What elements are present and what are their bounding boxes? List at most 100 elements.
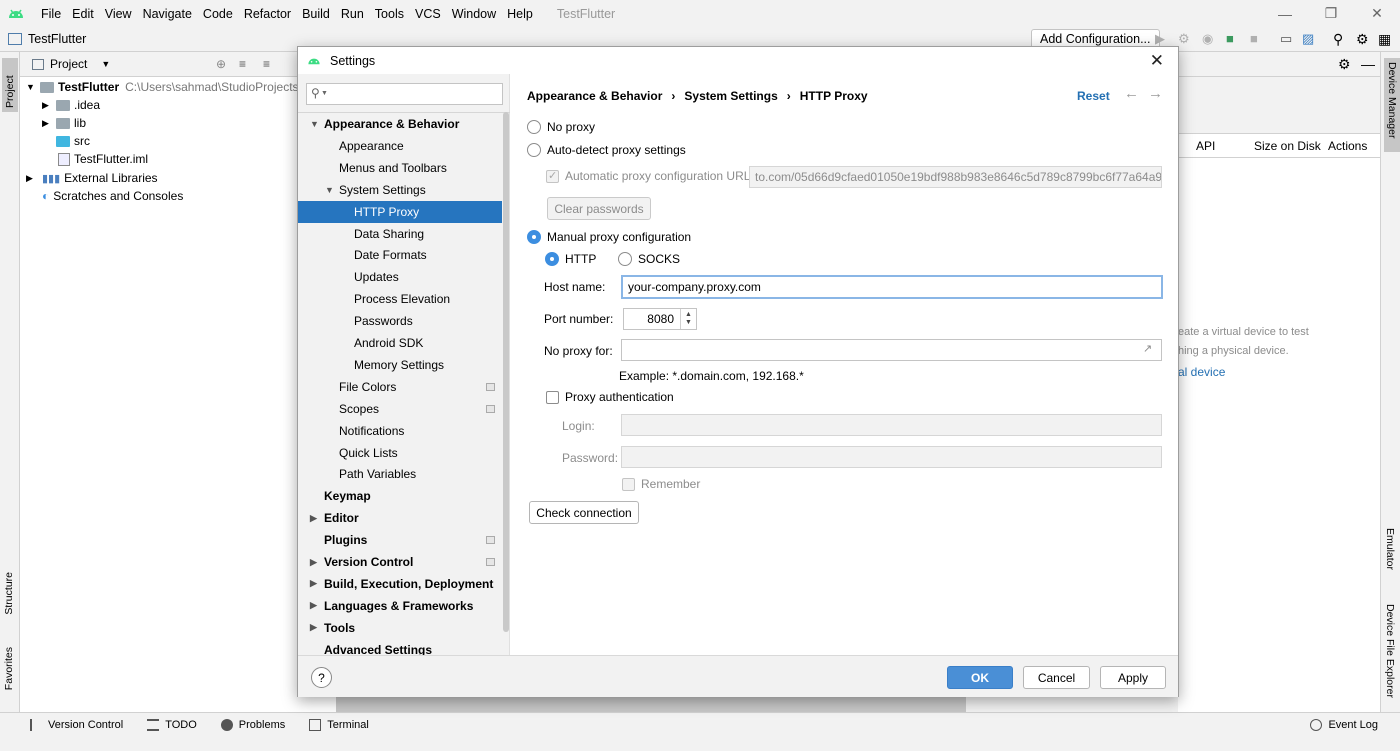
event-log-tab[interactable]: Event Log — [1310, 718, 1378, 731]
reset-link[interactable]: Reset — [1077, 89, 1110, 103]
create-device-link[interactable]: al device — [1178, 365, 1225, 379]
menu-help[interactable]: Help — [502, 7, 539, 21]
nav-project-name[interactable]: TestFlutter — [28, 32, 86, 46]
hide-icon[interactable]: — — [1361, 56, 1375, 72]
nav-item-system-settings[interactable]: ▼ System Settings — [298, 179, 502, 201]
auto-config-url-checkbox[interactable]: Automatic proxy configuration URL: — [546, 169, 754, 183]
tree-row-lib[interactable]: ▶ lib — [42, 114, 86, 132]
menu-build[interactable]: Build — [297, 7, 336, 21]
chevron-down-icon[interactable]: ▼ — [325, 185, 334, 195]
port-number-spinner[interactable]: 8080 ▲ ▼ — [623, 308, 697, 330]
nav-item-android-sdk[interactable]: Android SDK — [298, 332, 502, 354]
menu-navigate[interactable]: Navigate — [138, 7, 198, 21]
cancel-button[interactable]: Cancel — [1023, 666, 1090, 689]
auto-detect-radio[interactable]: Auto-detect proxy settings — [527, 143, 686, 157]
emulator-tool-tab[interactable]: Emulator — [1384, 528, 1396, 570]
nav-item-advanced-settings[interactable]: Advanced Settings — [298, 639, 502, 655]
forward-arrow-icon[interactable]: → — [1148, 85, 1163, 102]
tree-row-scratches[interactable]: ◐ Scratches and Consoles — [42, 187, 183, 205]
remember-checkbox[interactable]: Remember — [622, 477, 700, 491]
search-everywhere-icon[interactable]: ⚲ — [1333, 31, 1349, 47]
nav-item-process-elevation[interactable]: Process Elevation — [298, 288, 502, 310]
nav-item-notifications[interactable]: Notifications — [298, 420, 502, 442]
problems-tab[interactable]: Problems — [220, 718, 285, 731]
collapse-all-icon[interactable]: ≡ — [263, 57, 270, 71]
no-proxy-radio[interactable]: No proxy — [527, 120, 595, 134]
menu-file[interactable]: File — [36, 7, 67, 21]
login-input[interactable] — [621, 414, 1162, 436]
menu-window[interactable]: Window — [447, 7, 502, 21]
device-icon[interactable]: ▭ — [1280, 31, 1296, 47]
close-window-icon[interactable]: ✕ — [1354, 5, 1400, 22]
chevron-right-icon[interactable]: ▶ — [42, 100, 56, 111]
minimize-icon[interactable]: — — [1262, 6, 1308, 22]
menu-view[interactable]: View — [100, 7, 138, 21]
nav-item-menus-and-toolbars[interactable]: Menus and Toolbars — [298, 157, 502, 179]
apply-button[interactable]: Apply — [1100, 666, 1166, 689]
nav-item-plugins[interactable]: Plugins — [298, 529, 502, 551]
scrollbar-thumb[interactable] — [503, 112, 509, 632]
socks-radio[interactable]: SOCKS — [618, 252, 680, 266]
chevron-right-icon[interactable]: ▶ — [310, 600, 317, 611]
chevron-down-icon[interactable]: ▼ — [310, 119, 319, 129]
nav-item-file-colors[interactable]: File Colors — [298, 376, 502, 398]
expand-all-icon[interactable]: ≡ — [239, 57, 246, 71]
column-actions[interactable]: Actions — [1328, 139, 1367, 153]
menu-run[interactable]: Run — [336, 7, 370, 21]
chevron-down-icon[interactable]: ▼ — [26, 82, 38, 92]
sdk-manager-icon[interactable]: ▨ — [1302, 31, 1318, 47]
terminal-tab[interactable]: Terminal — [309, 718, 369, 731]
nav-item-path-variables[interactable]: Path Variables — [298, 463, 502, 485]
run-icon[interactable]: ▶ — [1155, 31, 1171, 47]
project-view-selector[interactable]: Project — [50, 57, 87, 71]
nav-item-keymap[interactable]: Keymap — [298, 485, 502, 507]
nav-item-appearance[interactable]: Appearance — [298, 135, 502, 157]
chevron-right-icon[interactable]: ▶ — [42, 118, 56, 129]
nav-item-http-proxy[interactable]: HTTP Proxy — [298, 200, 502, 223]
column-api[interactable]: API — [1196, 139, 1215, 153]
chevron-down-icon[interactable]: ▼ — [101, 59, 110, 69]
manual-proxy-radio[interactable]: Manual proxy configuration — [527, 230, 691, 244]
project-tool-tab[interactable]: Project — [2, 58, 18, 112]
chevron-right-icon[interactable]: ▶ — [26, 173, 42, 184]
http-radio[interactable]: HTTP — [545, 252, 596, 266]
no-proxy-for-input[interactable] — [621, 339, 1162, 361]
tree-row-testflutter[interactable]: ▼ TestFlutter C:\Users\sahmad\StudioProj… — [26, 78, 321, 96]
locate-icon[interactable]: ⊕ — [216, 57, 226, 71]
device-file-explorer-tool-tab[interactable]: Device File Explorer — [1384, 604, 1396, 698]
help-icon[interactable]: ? — [311, 667, 332, 688]
nav-item-build-execution-deployment[interactable]: ▶ Build, Execution, Deployment — [298, 573, 502, 595]
spinner-down-icon[interactable]: ▼ — [685, 319, 692, 327]
nav-item-version-control[interactable]: ▶ Version Control — [298, 551, 502, 573]
settings-search-input[interactable]: ⚲ ▼ — [306, 83, 503, 105]
chevron-right-icon[interactable]: ▶ — [310, 578, 317, 589]
spinner-up-icon[interactable]: ▲ — [685, 311, 692, 319]
nav-item-quick-lists[interactable]: Quick Lists — [298, 442, 502, 464]
menu-tools[interactable]: Tools — [370, 7, 410, 21]
structure-tool-tab[interactable]: Structure — [3, 572, 15, 615]
nav-item-date-formats[interactable]: Date Formats — [298, 244, 502, 266]
close-icon[interactable]: ✕ — [1150, 51, 1164, 71]
debug-icon[interactable]: ⚙ — [1178, 31, 1194, 47]
nav-item-editor[interactable]: ▶ Editor — [298, 507, 502, 529]
nav-item-tools[interactable]: ▶ Tools — [298, 617, 502, 639]
stop-icon[interactable]: ■ — [1250, 31, 1266, 47]
nav-scrollbar[interactable] — [502, 112, 510, 655]
clear-passwords-button[interactable]: Clear passwords — [547, 197, 651, 220]
nav-item-scopes[interactable]: Scopes — [298, 398, 502, 420]
tree-row-external-libraries[interactable]: ▶ ▮▮▮ External Libraries — [26, 169, 158, 187]
password-input[interactable] — [621, 446, 1162, 468]
nav-item-data-sharing[interactable]: Data Sharing — [298, 223, 502, 245]
chevron-right-icon[interactable]: ▶ — [310, 513, 317, 524]
menu-code[interactable]: Code — [198, 7, 239, 21]
nav-item-updates[interactable]: Updates — [298, 266, 502, 288]
tree-row-src[interactable]: src — [56, 132, 90, 150]
column-size-on-disk[interactable]: Size on Disk — [1254, 139, 1321, 153]
attach-debugger-icon[interactable]: ■ — [1226, 31, 1242, 47]
ok-button[interactable]: OK — [947, 666, 1013, 689]
restore-icon[interactable]: ❐ — [1308, 5, 1354, 22]
menu-vcs[interactable]: VCS — [410, 7, 447, 21]
nav-item-languages-frameworks[interactable]: ▶ Languages & Frameworks — [298, 595, 502, 617]
settings-gear-icon[interactable]: ⚙ — [1356, 31, 1372, 47]
host-name-input[interactable]: your-company.proxy.com — [621, 275, 1163, 299]
